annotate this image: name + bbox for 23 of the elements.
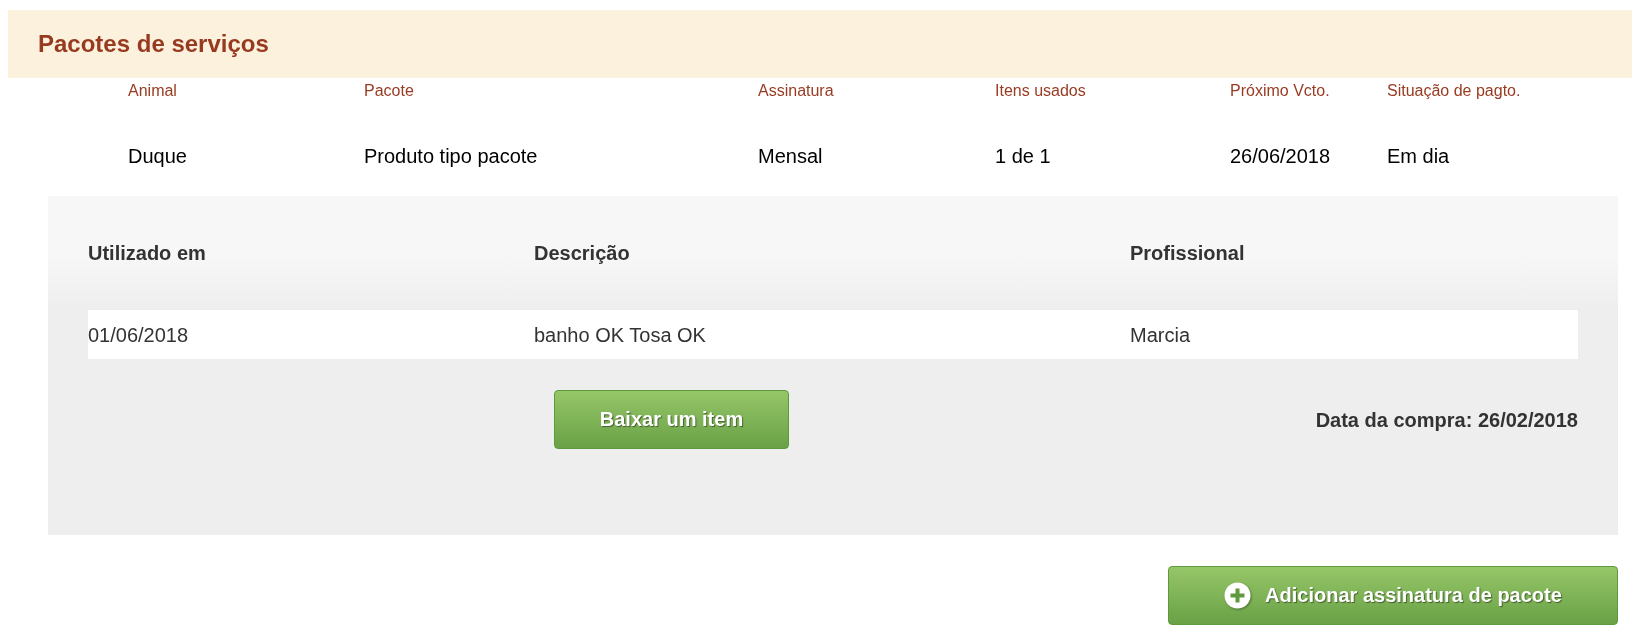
- table-cell-text: Produto tipo pacote: [364, 144, 539, 168]
- column-header: Próximo Vcto.: [1230, 81, 1331, 101]
- table-cell-text: 01/06/2018: [88, 322, 190, 347]
- column-header: Profissional: [1130, 241, 1246, 265]
- column-header: Situação de pagto.: [1387, 81, 1522, 101]
- table-cell-text: 1 de 1: [995, 144, 1052, 168]
- add-subscription-button[interactable]: Adicionar assinatura de pacote: [1168, 566, 1618, 625]
- table-cell-text: Mensal: [758, 144, 824, 168]
- column-header: Descrição: [534, 241, 631, 265]
- column-header: Pacote: [364, 81, 415, 101]
- table-cell-text: Marcia: [1130, 322, 1191, 347]
- table-cell-text: Duque: [128, 144, 188, 168]
- purchase-date: Data da compra: 26/02/2018: [1315, 407, 1578, 432]
- column-header: Assinatura: [758, 81, 835, 101]
- plus-circle-icon: [1224, 581, 1253, 610]
- table-cell-text: 26/06/2018: [1230, 144, 1332, 168]
- section-title: Pacotes de serviços: [38, 29, 269, 59]
- table-cell-text: banho OK Tosa OK: [534, 322, 707, 347]
- write-off-item-button[interactable]: Baixar um item: [554, 390, 789, 449]
- column-header: Itens usados: [995, 81, 1087, 101]
- table-cell-text: Em dia: [1387, 144, 1451, 168]
- column-header: Animal: [128, 81, 178, 101]
- column-header: Utilizado em: [88, 241, 207, 265]
